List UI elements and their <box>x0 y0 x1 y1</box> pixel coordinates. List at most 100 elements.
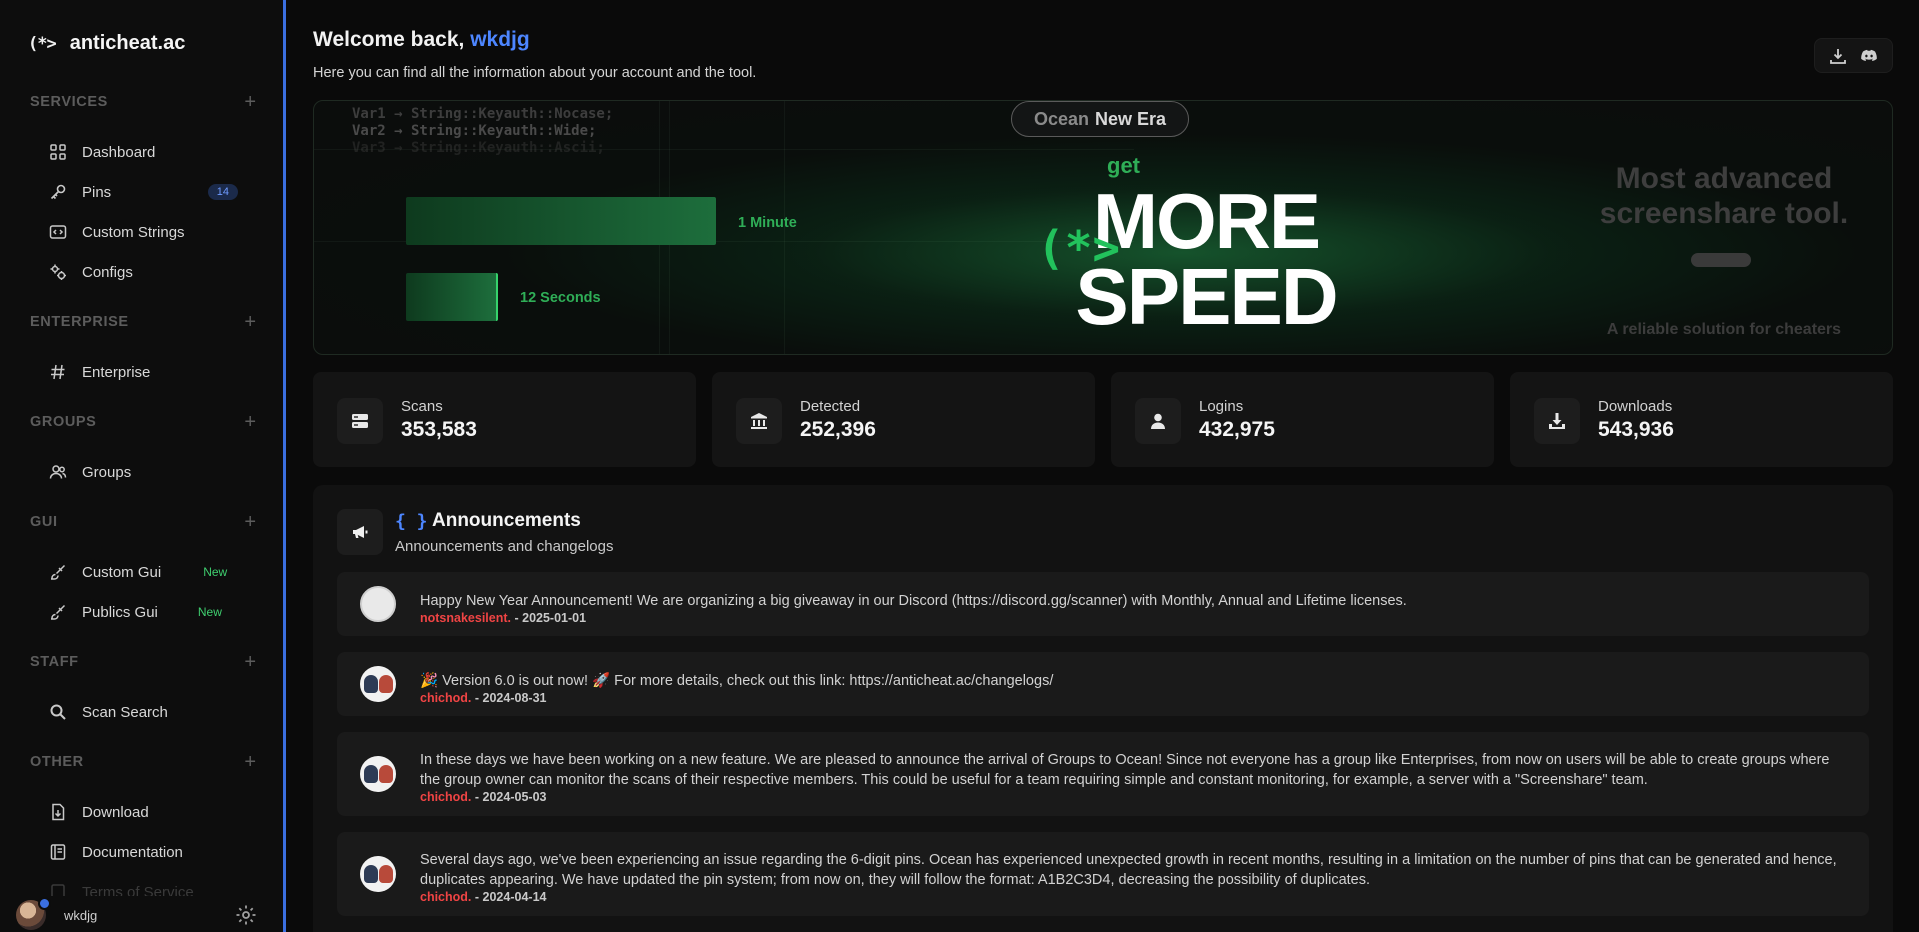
stat-value: 353,583 <box>401 418 477 441</box>
pins-count-badge: 14 <box>207 184 238 200</box>
sidebar-item-label: Pins <box>82 183 112 201</box>
announcement-text: 🎉 Version 6.0 is out now! 🚀 For more det… <box>420 673 1054 689</box>
sidebar-item-pins[interactable]: Pins 14 <box>48 177 238 207</box>
gear-icon[interactable] <box>235 904 257 926</box>
pill-part1: Ocean <box>1034 108 1090 129</box>
announcement-item: Several days ago, we've been experiencin… <box>337 832 1869 916</box>
sidebar-item-custom-strings[interactable]: Custom Strings <box>48 217 238 247</box>
announcement-meta: chichod. - 2024-08-31 <box>420 691 546 705</box>
page-title: Welcome back, wkdjg <box>313 28 530 52</box>
announcement-date: - 2024-08-31 <box>474 691 547 705</box>
sidebar-item-label: Enterprise <box>82 363 151 381</box>
sidebar-item-label: Publics Gui <box>82 603 158 621</box>
announcements-title: Announcements <box>432 510 581 531</box>
download-icon[interactable] <box>1828 46 1848 66</box>
section-staff: STAFF + <box>30 652 256 672</box>
section-title: STAFF <box>30 654 79 670</box>
announcement-author: chichod. <box>420 890 472 904</box>
section-toggle-plus-icon[interactable]: + <box>244 412 256 432</box>
announcement-text: Happy New Year Announcement! We are orga… <box>420 593 1407 609</box>
sidebar-item-custom-gui[interactable]: Custom Gui New <box>48 557 238 587</box>
stat-card-detected: Detected 252,396 <box>712 372 1095 467</box>
section-toggle-plus-icon[interactable]: + <box>244 652 256 672</box>
sidebar-item-groups[interactable]: Groups <box>48 457 238 487</box>
announcement-item: In these days we have been working on a … <box>337 732 1869 816</box>
new-badge: New <box>197 605 222 619</box>
section-toggle-plus-icon[interactable]: + <box>244 92 256 112</box>
stats-row: Scans 353,583 Detected 252,396 Logins 43… <box>313 372 1893 467</box>
sidebar-item-dashboard[interactable]: Dashboard <box>48 137 238 167</box>
status-dot <box>38 897 51 910</box>
announcement-date: - 2024-05-03 <box>474 790 547 804</box>
banner-get: get <box>1107 153 1140 178</box>
announcement-date: - 2025-01-01 <box>514 611 587 625</box>
right-promo: Most advanced screenshare tool. A reliab… <box>1574 161 1874 341</box>
section-toggle-plus-icon[interactable]: + <box>244 312 256 332</box>
search-icon <box>48 702 68 722</box>
section-title: SERVICES <box>30 94 108 110</box>
section-title: OTHER <box>30 754 84 770</box>
stat-card-logins: Logins 432,975 <box>1111 372 1494 467</box>
avatar <box>360 666 396 702</box>
announcement-item: 🎉 Version 6.0 is out now! 🚀 For more det… <box>337 652 1869 716</box>
section-toggle-plus-icon[interactable]: + <box>244 752 256 772</box>
section-enterprise: ENTERPRISE + <box>30 312 256 332</box>
code-box-icon <box>48 222 68 242</box>
speed-bar-short <box>406 273 498 321</box>
announcement-author: chichod. <box>420 691 472 705</box>
sidebar-item-scan-search[interactable]: Scan Search <box>48 697 238 727</box>
stat-label: Scans <box>401 398 443 415</box>
announcement-item: Happy New Year Announcement! We are orga… <box>337 572 1869 636</box>
stat-value: 252,396 <box>800 418 876 441</box>
section-toggle-plus-icon[interactable]: + <box>244 512 256 532</box>
stat-label: Logins <box>1199 398 1244 415</box>
stat-card-scans: Scans 353,583 <box>313 372 696 467</box>
sidebar-item-enterprise[interactable]: Enterprise <box>48 357 238 387</box>
promo-banner: Var1 → String::Keyauth::Nocase; Var2 → S… <box>313 100 1893 355</box>
code-line: Var3 → String::Keyauth::Ascii; <box>352 140 605 156</box>
user-name: wkdjg <box>64 908 98 923</box>
promo-title: Most advanced screenshare tool. <box>1599 162 1849 230</box>
announcement-author: chichod. <box>420 790 472 804</box>
announcements-panel: { } Announcements Announcements and chan… <box>313 485 1893 932</box>
section-title: GUI <box>30 514 58 530</box>
announcement-text: Several days ago, we've been experiencin… <box>420 852 1837 888</box>
bank-icon <box>736 398 782 444</box>
welcome-prefix: Welcome back, <box>313 28 465 51</box>
sidebar-item-download[interactable]: Download <box>48 797 238 827</box>
sidebar-item-configs[interactable]: Configs <box>48 257 238 287</box>
bar-short-label: 12 Seconds <box>520 290 601 306</box>
brush-icon <box>48 602 68 622</box>
stat-value: 543,936 <box>1598 418 1674 441</box>
brush-icon <box>48 562 68 582</box>
announcement-date: - 2024-04-14 <box>474 890 547 904</box>
hash-icon <box>48 362 68 382</box>
grid-icon <box>48 142 68 162</box>
promo-button <box>1691 253 1751 267</box>
sidebar-item-label: Dashboard <box>82 143 156 161</box>
sidebar-item-label: Groups <box>82 463 132 481</box>
new-badge: New <box>203 565 228 579</box>
avatar <box>360 586 396 622</box>
sidebar-item-documentation[interactable]: Documentation <box>48 837 238 867</box>
brand[interactable]: (*> anticheat.ac <box>28 32 185 55</box>
announcement-author: notsnakesilent. <box>420 611 511 625</box>
section-services: SERVICES + <box>30 92 256 112</box>
avatar <box>360 856 396 892</box>
section-gui: GUI + <box>30 512 256 532</box>
welcome-username: wkdjg <box>470 28 530 51</box>
ocean-new-era-pill: Ocean New Era <box>1011 101 1190 137</box>
top-actions <box>1814 38 1893 73</box>
code-line: Var1 → String::Keyauth::Nocase; <box>352 106 614 122</box>
section-title: GROUPS <box>30 414 97 430</box>
sidebar-item-label: Scan Search <box>82 703 168 721</box>
code-line: Var2 → String::Keyauth::Wide; <box>352 123 597 139</box>
speed-bar-long <box>406 197 716 245</box>
sidebar-item-publics-gui[interactable]: Publics Gui New <box>48 597 238 627</box>
user-icon <box>1135 398 1181 444</box>
users-icon <box>48 462 68 482</box>
main-content: Welcome back, wkdjg Here you can find al… <box>289 0 1919 932</box>
discord-icon[interactable] <box>1859 46 1879 66</box>
logo-mark: (*> <box>1037 221 1121 275</box>
megaphone-icon <box>337 509 383 555</box>
